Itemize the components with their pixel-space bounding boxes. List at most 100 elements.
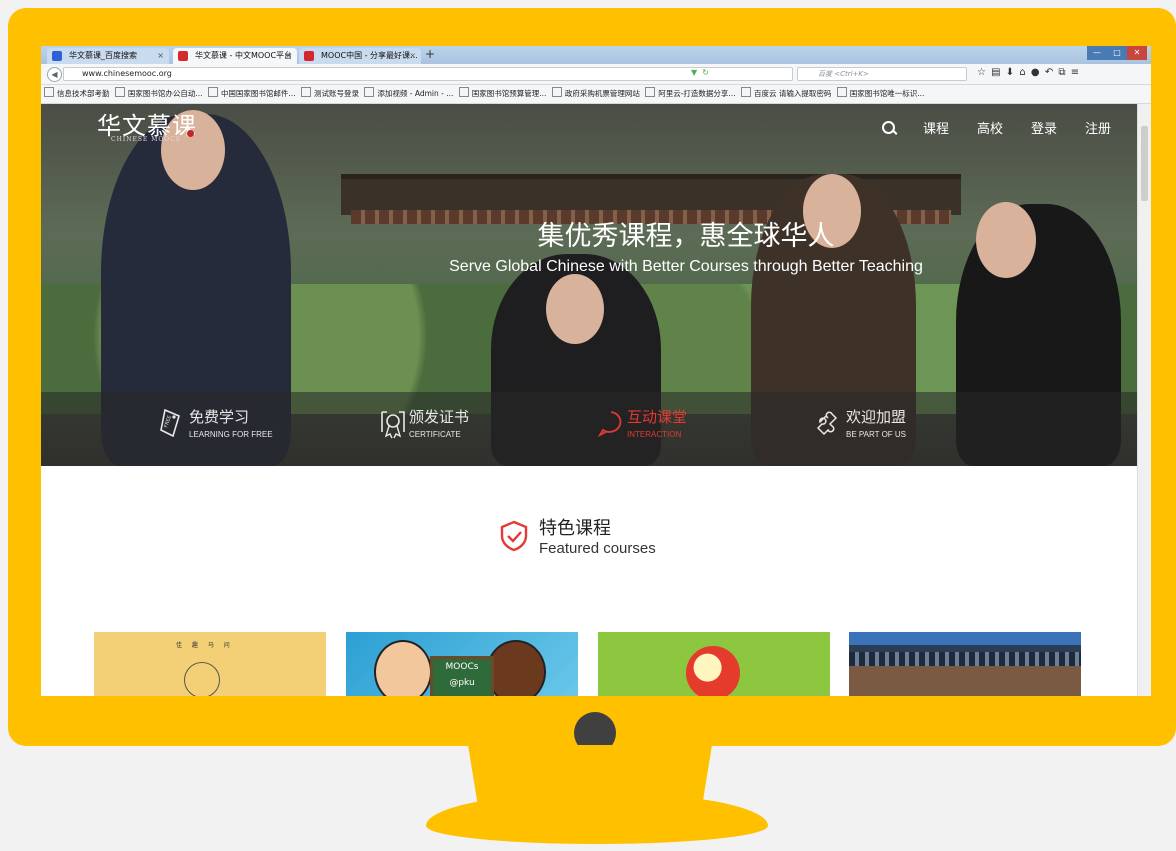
bookmark-item[interactable]: 国家图书馆办公自动... (114, 85, 203, 103)
bookmark-icon (207, 87, 218, 97)
bookmark-label: 阿里云-打造数据分享... (658, 89, 736, 98)
tab-label: MOOC中国 - 分享最好课... (321, 51, 418, 60)
minimize-button[interactable]: — (1087, 46, 1107, 60)
maximize-button[interactable]: □ (1107, 46, 1127, 60)
bookmark-label: 中国国家图书馆邮件... (220, 89, 296, 98)
feature-title: 颁发证书 (409, 408, 470, 426)
bookmark-item[interactable]: 阿里云-打造数据分享... (645, 85, 736, 103)
addon-icon[interactable]: ⧉ (1058, 67, 1066, 78)
bookmark-item[interactable]: 政府采购机票管理网站 (551, 85, 640, 103)
mooc-china-favicon-icon (304, 51, 314, 61)
window-controls: — □ ✕ (1087, 46, 1147, 60)
tab-bar: 华文慕课_百度搜索 × 华文慕课 - 中文MOOC平台 × MOOC中国 - 分… (41, 46, 1151, 64)
course-cards: 佳 趣 马 问 MOOCs @pku (94, 632, 1084, 696)
bookmark-icon (458, 87, 469, 97)
card-caption: 佳 趣 马 问 (176, 642, 234, 649)
bookmark-icon (300, 87, 311, 97)
tab-mooc-china[interactable]: MOOC中国 - 分享最好课... × (299, 48, 421, 64)
tab-baidu-search[interactable]: 华文慕课_百度搜索 × (47, 48, 169, 64)
toolbar-icons: ☆ ▤ ⬇ ⌂ ● ↶ ⧉ ≡ (977, 67, 1080, 78)
feature-subtitle: CERTIFICATE (409, 430, 461, 439)
shield-check-icon (500, 520, 528, 552)
search-input[interactable]: 百度 <Ctrl+K> (797, 67, 967, 81)
nav-register[interactable]: 注册 (1085, 118, 1111, 137)
hero-banner: 华文慕课 CHINESE MOOCS 课程 高校 登录 注册 集优秀课程，惠全球… (41, 104, 1137, 466)
url-text: www.chinesemooc.org (82, 69, 172, 78)
bookmark-item[interactable]: 添加视频 - Admin - ... (364, 85, 453, 103)
cartoon-student-icon (374, 640, 432, 696)
nav-universities[interactable]: 高校 (977, 118, 1003, 137)
bookmark-icon (740, 87, 751, 97)
page-scrollbar[interactable] (1137, 104, 1151, 696)
tab-chinesemooc[interactable]: 华文慕课 - 中文MOOC平台 × (173, 48, 297, 64)
search-icon[interactable] (881, 121, 895, 134)
close-tab-icon[interactable]: × (157, 48, 164, 64)
bookmark-label: 百度云 请输入提取密码 (753, 89, 832, 98)
close-tab-icon[interactable]: × (285, 48, 292, 64)
bookmark-label: 测试账号登录 (313, 89, 359, 98)
bookmark-item[interactable]: 信息技术部考勤 (44, 85, 110, 103)
palace-eaves-icon (849, 652, 1081, 666)
hero-title: 集优秀课程，惠全球华人 (537, 221, 835, 252)
feature-title: 欢迎加盟 (846, 408, 907, 426)
course-card[interactable] (849, 632, 1081, 696)
section-subtitle: Featured courses (539, 540, 656, 557)
feature-subtitle: LEARNING FOR FREE (189, 430, 273, 439)
bookmark-icon (551, 87, 562, 97)
monitor-frame: 华文慕课_百度搜索 × 华文慕课 - 中文MOOC平台 × MOOC中国 - 分… (8, 8, 1176, 746)
bookmark-item[interactable]: 中国国家图书馆邮件... (207, 85, 296, 103)
certificate-icon (381, 411, 405, 439)
bookmark-item[interactable]: 国家图书馆唯一标识... (836, 85, 925, 103)
logo-seal-icon (187, 130, 194, 137)
home-icon[interactable]: ⌂ (1019, 67, 1026, 78)
bookmark-icon (645, 87, 656, 97)
hero-subtitle: Serve Global Chinese with Better Courses… (449, 258, 923, 275)
bookmark-label: 信息技术部考勤 (57, 89, 110, 98)
nav-courses[interactable]: 课程 (923, 118, 949, 137)
address-bar[interactable]: www.chinesemooc.org (63, 67, 793, 81)
bookmark-icon (364, 87, 375, 97)
site-nav: 课程 高校 登录 注册 (881, 118, 1111, 137)
download-icon[interactable]: ⬇ (1006, 67, 1015, 78)
chat-icon[interactable]: ● (1031, 67, 1041, 78)
tab-label: 华文慕课_百度搜索 (69, 51, 137, 60)
apple-icon (686, 646, 740, 696)
feature-subtitle: INTERACTION (627, 430, 682, 439)
bookmark-label: 政府采购机票管理网站 (564, 89, 640, 98)
undo-icon[interactable]: ↶ (1045, 67, 1054, 78)
student-head (546, 274, 604, 344)
browser-window: 华文慕课_百度搜索 × 华文慕课 - 中文MOOC平台 × MOOC中国 - 分… (41, 46, 1151, 696)
search-placeholder: 百度 <Ctrl+K> (818, 70, 869, 78)
bookmark-item[interactable]: 测试账号登录 (300, 85, 359, 103)
card-caption: MOOCs @pku (430, 656, 494, 696)
page-viewport: 华文慕课 CHINESE MOOCS 课程 高校 登录 注册 集优秀课程，惠全球… (41, 104, 1137, 696)
bookmark-item[interactable]: 百度云 请输入提取密码 (740, 85, 832, 103)
course-card[interactable]: MOOCs @pku (346, 632, 578, 696)
menu-icon[interactable]: ≡ (1071, 67, 1080, 78)
close-tab-icon[interactable]: × (409, 48, 416, 64)
navigation-bar: ◀ www.chinesemooc.org ▼ ↻ 百度 <Ctrl+K> ☆ … (41, 64, 1151, 85)
course-card[interactable]: 佳 趣 马 问 (94, 632, 326, 696)
reading-list-icon[interactable]: ▤ (991, 67, 1001, 78)
bookmark-icon (114, 87, 125, 97)
chinesemooc-favicon-icon (178, 51, 188, 61)
bookmark-star-icon[interactable]: ☆ (977, 67, 987, 78)
bookmark-item[interactable]: 国家图书馆预算管理... (458, 85, 546, 103)
close-window-button[interactable]: ✕ (1127, 46, 1147, 60)
new-tab-button[interactable]: + (425, 47, 435, 61)
address-bar-tools[interactable]: ▼ ↻ (691, 68, 709, 77)
feature-subtitle: BE PART OF US (846, 430, 907, 439)
tab-label: 华文慕课 - 中文MOOC平台 (195, 51, 293, 60)
feature-title: 免费学习 (189, 408, 250, 426)
chat-bubble-icon (597, 411, 622, 438)
scrollbar-thumb[interactable] (1141, 126, 1148, 201)
bookmark-label: 国家图书馆唯一标识... (849, 89, 925, 98)
portrait-sketch-icon (184, 662, 220, 696)
bookmarks-bar: 信息技术部考勤 国家图书馆办公自动... 中国国家图书馆邮件... 测试账号登录… (41, 85, 1151, 104)
logo-subtitle: CHINESE MOOCS (111, 136, 181, 143)
course-card[interactable] (598, 632, 830, 696)
section-title: 特色课程 (539, 518, 611, 539)
baidu-favicon-icon (52, 51, 62, 61)
back-button[interactable]: ◀ (47, 67, 62, 82)
nav-login[interactable]: 登录 (1031, 118, 1057, 137)
